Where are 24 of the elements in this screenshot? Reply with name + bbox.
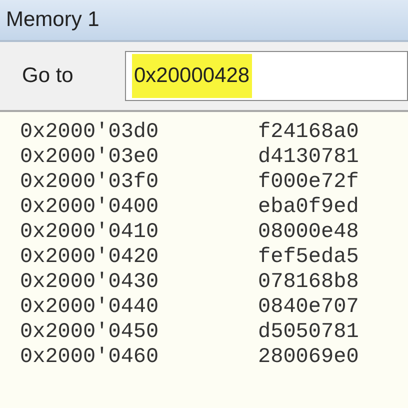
memory-address: 0x2000'0430 bbox=[20, 270, 160, 295]
memory-value: 08000e48 bbox=[258, 220, 359, 245]
memory-address: 0x2000'03f0 bbox=[20, 170, 160, 195]
memory-value: d5050781 bbox=[258, 320, 359, 345]
memory-value: f000e72f bbox=[258, 170, 359, 195]
memory-value: 0840e707 bbox=[258, 295, 359, 320]
memory-address: 0x2000'03d0 bbox=[20, 120, 160, 145]
memory-address: 0x2000'0450 bbox=[20, 320, 160, 345]
window-title: Memory 1 bbox=[6, 7, 100, 34]
memory-address: 0x2000'0410 bbox=[20, 220, 160, 245]
memory-address: 0x2000'0440 bbox=[20, 295, 160, 320]
memory-address: 0x2000'0400 bbox=[20, 195, 160, 220]
memory-value: 078168b8 bbox=[258, 270, 359, 295]
memory-value: fef5eda5 bbox=[258, 245, 359, 270]
highlighted-address-text: 0x20000428 bbox=[132, 54, 252, 98]
go-to-label: Go to bbox=[21, 63, 74, 90]
memory-address: 0x2000'0420 bbox=[20, 245, 160, 270]
memory-value: eba0f9ed bbox=[258, 195, 359, 220]
memory-value: f24168a0 bbox=[258, 120, 359, 145]
memory-value: d4130781 bbox=[258, 145, 359, 170]
memory-address: 0x2000'0460 bbox=[20, 345, 160, 370]
memory-address: 0x2000'03e0 bbox=[20, 145, 160, 170]
address-field[interactable]: 0x20000428 bbox=[125, 51, 408, 101]
memory-value: 280069e0 bbox=[258, 345, 359, 370]
